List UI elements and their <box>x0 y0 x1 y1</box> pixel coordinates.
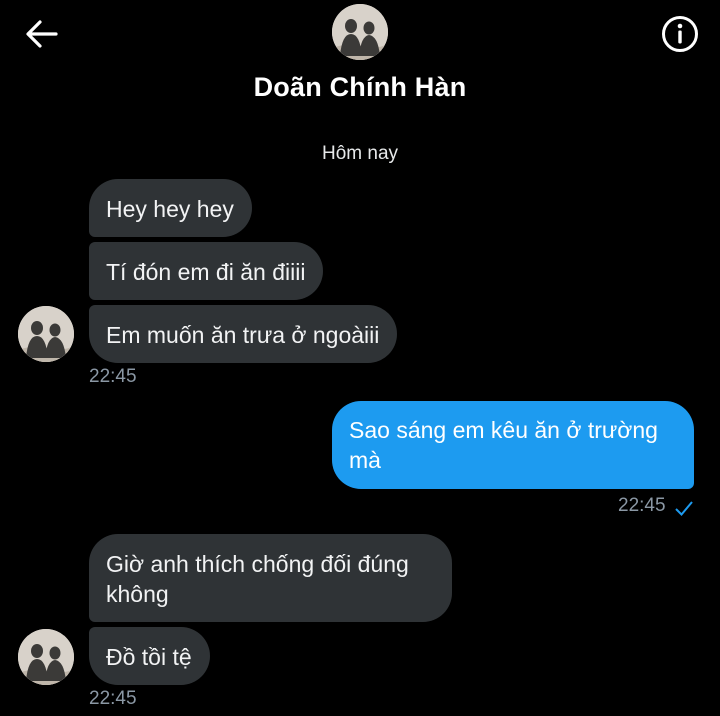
info-button[interactable] <box>660 14 700 54</box>
incoming-message-bubble[interactable]: Tí đón em đi ăn điiii <box>89 242 324 300</box>
incoming-message-bubble[interactable]: Em muốn ăn trưa ở ngoàiii <box>89 305 398 363</box>
message-timestamp: 22:45 <box>618 495 666 516</box>
sender-avatar[interactable] <box>18 629 74 685</box>
message-timestamp: 22:45 <box>89 366 137 387</box>
message-timestamp: 22:45 <box>89 688 137 709</box>
incoming-message-bubble[interactable]: Đồ tồi tệ <box>89 627 210 685</box>
incoming-message-bubble[interactable]: Giờ anh thích chống đối đúng không <box>89 534 452 622</box>
back-button[interactable] <box>22 16 62 52</box>
checkmark-icon <box>675 501 693 516</box>
info-circle-icon <box>662 16 698 52</box>
arrow-left-icon <box>26 20 58 48</box>
contact-avatar[interactable] <box>332 4 388 60</box>
incoming-message-bubble[interactable]: Hey hey hey <box>89 179 252 237</box>
date-separator: Hôm nay <box>321 143 399 164</box>
contact-name[interactable]: Doãn Chính Hàn <box>0 72 720 103</box>
outgoing-message-bubble[interactable]: Sao sáng em kêu ăn ở trường mà <box>332 401 694 489</box>
sender-avatar[interactable] <box>18 306 74 362</box>
